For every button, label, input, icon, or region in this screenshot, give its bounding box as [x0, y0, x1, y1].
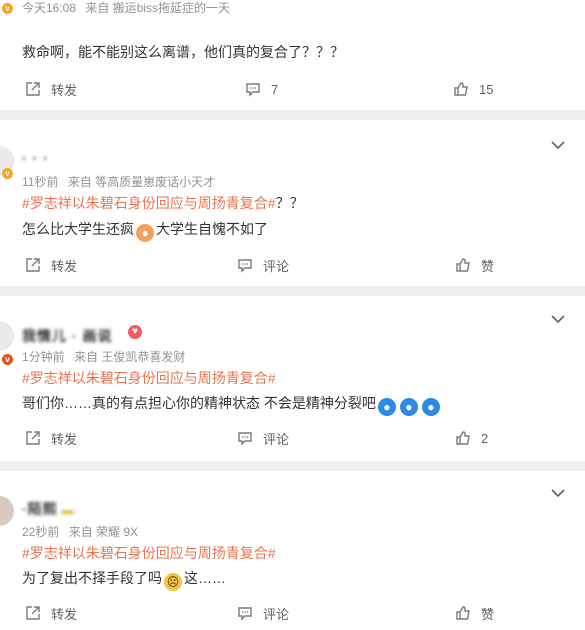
forward-button[interactable]: 转发 — [25, 77, 77, 101]
content-part-b: 大学生自愧不如了 — [156, 221, 268, 237]
topic-hashtag[interactable]: #罗志祥以朱碧石身份回应与周扬青复合# — [22, 195, 276, 211]
username[interactable]: 我情儿 · 画说 — [22, 326, 112, 346]
avatar[interactable] — [0, 496, 14, 526]
content-part-a: 为了复出不择手段了吗 — [22, 570, 162, 586]
heart-eyes-emoji-icon: ♥ — [128, 325, 142, 339]
like-label: 赞 — [481, 258, 495, 274]
badge-icon: ▬ — [61, 503, 75, 517]
doraemon-emoji-icon: ● — [421, 398, 440, 416]
forward-label: 转发 — [51, 431, 78, 447]
forward-button[interactable]: 转发 — [25, 601, 77, 625]
post-card-1: v · · · 11秒前 来自 等高质量崽废话小天才 #罗志祥以朱碧石身份回应与… — [0, 120, 585, 286]
doraemon-emoji-icon: ● — [377, 398, 396, 416]
content-text: 哥们你……真的有点担心你的精神状态 不会是精神分裂吧 — [22, 395, 376, 411]
username[interactable]: · · · — [22, 150, 49, 166]
post-actions: 转发 评论 赞 — [0, 601, 585, 625]
comment-label: 评论 — [263, 431, 290, 447]
thumbs-up-icon — [456, 431, 470, 445]
post-source: 来自 等高质量崽废话小天才 — [67, 175, 216, 189]
topic-suffix: ？？ — [275, 195, 304, 211]
verified-badge-icon: v — [2, 168, 13, 179]
forward-label: 转发 — [51, 606, 78, 622]
username-text: 我情儿 · 画说 — [22, 328, 113, 344]
forward-button[interactable]: 转发 — [25, 426, 77, 450]
post-topic[interactable]: #罗志祥以朱碧石身份回应与周扬青复合# — [22, 543, 276, 563]
comment-label: 评论 — [263, 606, 290, 622]
post-meta: 今天16:08 来自 搬运biss拖延症的一天 — [22, 0, 236, 16]
verified-badge-icon: v — [2, 354, 13, 365]
post-card-0: v 今天16:08 来自 搬运biss拖延症的一天 救命啊，能不能别这么离谱，他… — [0, 0, 585, 110]
like-count: 15 — [479, 81, 494, 97]
comment-icon — [238, 259, 252, 273]
username-text: ·陌熙 — [22, 501, 58, 517]
forward-icon — [26, 82, 40, 96]
comment-button[interactable]: 7 — [245, 77, 278, 101]
post-source: 来自 搬运biss拖延症的一天 — [85, 1, 231, 15]
chevron-down-icon[interactable] — [551, 486, 565, 500]
forward-icon — [26, 431, 40, 445]
like-button[interactable]: 赞 — [455, 253, 494, 277]
post-actions: 转发 评论 赞 — [0, 253, 585, 277]
comment-icon — [246, 83, 260, 97]
dog-emoji-icon: ● — [136, 224, 154, 242]
post-content: 救命啊，能不能别这么离谱，他们真的复合了？？？ — [22, 44, 344, 60]
post-actions: 转发 评论 2 — [0, 426, 585, 450]
verified-badge-icon: v — [2, 3, 13, 14]
content-part-a: 怎么比大学生还疯 — [22, 221, 134, 237]
comment-label: 评论 — [263, 258, 290, 274]
post-time: 今天16:08 — [22, 1, 77, 15]
post-content: 哥们你……真的有点担心你的精神状态 不会是精神分裂吧 ● ● ● — [22, 393, 442, 416]
post-topic[interactable]: #罗志祥以朱碧石身份回应与周扬青复合#？？ — [22, 193, 304, 213]
like-count: 2 — [481, 430, 489, 446]
thumbs-up-icon — [456, 606, 470, 620]
chevron-down-icon[interactable] — [551, 138, 565, 152]
post-meta: 11秒前 来自 等高质量崽废话小天才 — [22, 173, 221, 190]
post-time: 1分钟前 — [22, 350, 65, 364]
username[interactable]: ·陌熙 ▬ — [22, 499, 75, 519]
post-time: 11秒前 — [22, 175, 59, 189]
post-source: 来自 荣耀 9X — [68, 525, 139, 539]
post-source: 来自 王俊凯恭喜发财 — [74, 350, 186, 364]
like-button[interactable]: 赞 — [455, 601, 494, 625]
forward-icon — [26, 258, 40, 272]
content-part-b: 这…… — [184, 570, 226, 586]
comment-button[interactable]: 评论 — [237, 253, 289, 277]
crying-emoji-icon: ☹ — [164, 573, 182, 591]
comment-count: 7 — [271, 81, 279, 97]
forward-icon — [26, 606, 40, 620]
post-time: 22秒前 — [22, 525, 60, 539]
forward-label: 转发 — [51, 82, 78, 98]
post-card-2: v 我情儿 · 画说 ♥ 1分钟前 来自 王俊凯恭喜发财 #罗志祥以朱碧石身份回… — [0, 296, 585, 461]
thumbs-up-icon — [456, 258, 470, 272]
like-button[interactable]: 15 — [453, 77, 493, 101]
comment-icon — [238, 432, 252, 446]
comment-button[interactable]: 评论 — [237, 426, 289, 450]
post-meta: 22秒前 来自 荣耀 9X — [22, 523, 144, 540]
like-label: 赞 — [481, 606, 495, 622]
forward-button[interactable]: 转发 — [25, 253, 77, 277]
chevron-down-icon[interactable] — [551, 312, 565, 326]
post-card-3: ·陌熙 ▬ 22秒前 来自 荣耀 9X #罗志祥以朱碧石身份回应与周扬青复合# 为… — [0, 471, 585, 630]
comment-button[interactable]: 评论 — [237, 601, 289, 625]
doraemon-emoji-icon: ● — [399, 398, 418, 416]
post-meta: 1分钟前 来自 王俊凯恭喜发财 — [22, 348, 191, 365]
post-content: 怎么比大学生还疯 ● 大学生自愧不如了 — [22, 219, 268, 242]
comment-icon — [238, 607, 252, 621]
post-actions: 转发 7 15 — [0, 77, 585, 101]
thumbs-up-icon — [454, 82, 468, 96]
post-content: 为了复出不择手段了吗 ☹ 这…… — [22, 568, 226, 591]
post-topic[interactable]: #罗志祥以朱碧石身份回应与周扬青复合# — [22, 368, 276, 388]
avatar[interactable] — [0, 321, 14, 351]
forward-label: 转发 — [51, 258, 78, 274]
like-button[interactable]: 2 — [455, 426, 488, 450]
